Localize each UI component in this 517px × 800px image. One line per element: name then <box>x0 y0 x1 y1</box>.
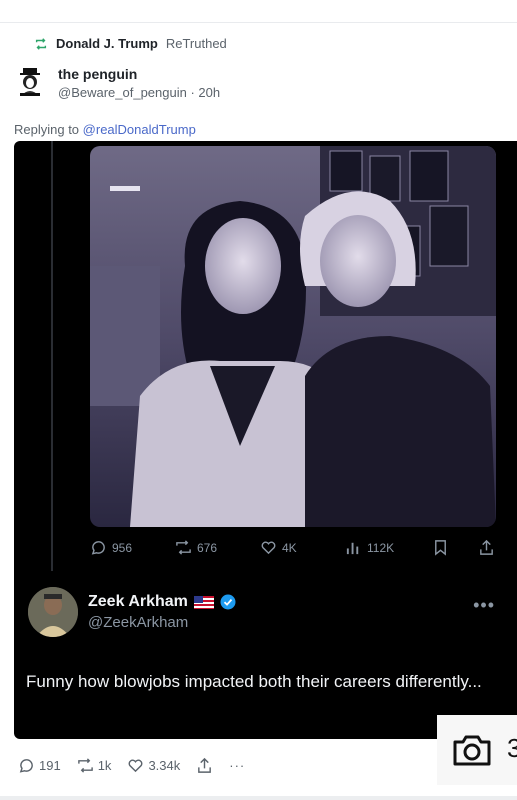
bookmark-icon <box>435 540 446 556</box>
retruth-user-name[interactable]: Donald J. Trump <box>56 36 158 51</box>
heart-icon <box>129 759 143 773</box>
quoted-user: Zeek Arkham @ZeekArkham <box>28 587 236 637</box>
embedded-like-count: 4K <box>282 540 297 555</box>
replying-prefix: Replying to <box>14 122 80 137</box>
embedded-bookmark-action[interactable] <box>432 539 449 556</box>
post-age: 20h <box>198 85 221 100</box>
reply-count: 191 <box>39 758 61 773</box>
camera-overlay[interactable]: 3 <box>437 715 517 785</box>
retruth-header: Donald J. Trump ReTruthed <box>34 36 227 51</box>
replying-to: Replying to @realDonaldTrump <box>14 122 196 137</box>
embedded-like-action[interactable]: 4K <box>260 539 297 556</box>
embedded-reply-action[interactable]: 956 <box>90 539 132 556</box>
author-handle[interactable]: @Beware_of_penguin <box>58 85 187 100</box>
thread-line <box>51 141 53 571</box>
quoted-user-avatar[interactable] <box>28 587 78 637</box>
quoted-user-handle[interactable]: @ZeekArkham <box>88 614 236 631</box>
reply-icon <box>91 541 105 555</box>
embedded-repost-count: 676 <box>197 540 218 555</box>
share-icon <box>480 539 493 555</box>
verified-badge-icon <box>220 594 236 610</box>
retruth-icon <box>77 758 93 773</box>
share-icon <box>198 757 212 773</box>
replying-mention-link[interactable]: @realDonaldTrump <box>83 122 196 137</box>
retruth-icon <box>35 37 47 50</box>
retruth-count: 1k <box>97 758 112 773</box>
views-bar-icon <box>346 542 359 555</box>
post-action-bar: 191 1k 3.34k ··· <box>18 757 261 774</box>
author-display-name[interactable]: the penguin <box>58 66 220 82</box>
embedded-screenshot[interactable]: 956 676 4K 112K Zeek Arkham @ZeekArkham … <box>14 141 517 739</box>
embedded-reply-count: 956 <box>112 540 133 555</box>
camera-icon <box>453 735 491 766</box>
more-options-icon[interactable]: ••• <box>473 595 495 616</box>
more-button[interactable]: ··· <box>229 758 245 773</box>
camera-count: 3 <box>507 733 517 763</box>
embedded-action-bar: 956 676 4K 112K <box>90 539 500 561</box>
like-count: 3.34k <box>148 758 181 773</box>
heart-icon <box>261 541 276 555</box>
reply-button[interactable]: 191 <box>18 757 61 774</box>
repost-icon <box>176 540 191 555</box>
reply-icon <box>19 759 33 773</box>
like-button[interactable]: 3.34k <box>127 757 180 774</box>
quoted-user-name[interactable]: Zeek Arkham <box>88 593 188 611</box>
bottom-divider <box>0 796 517 800</box>
retruth-verb: ReTruthed <box>165 36 227 51</box>
embedded-repost-action[interactable]: 676 <box>175 539 217 556</box>
top-divider <box>0 22 517 23</box>
quoted-post-text: Funny how blowjobs impacted both their c… <box>26 672 482 691</box>
post-author: the penguin @Beware_of_penguin · 20h <box>14 66 220 100</box>
share-button[interactable] <box>196 757 213 774</box>
embedded-views-action[interactable]: 112K <box>345 539 394 556</box>
author-handle-line: @Beware_of_penguin · 20h <box>58 85 221 100</box>
author-avatar[interactable] <box>14 66 46 98</box>
embedded-photo[interactable] <box>90 146 496 527</box>
retruth-button[interactable]: 1k <box>77 757 112 774</box>
us-flag-icon <box>193 595 214 609</box>
embedded-views-count: 112K <box>367 540 395 555</box>
embedded-share-action[interactable] <box>478 539 495 556</box>
